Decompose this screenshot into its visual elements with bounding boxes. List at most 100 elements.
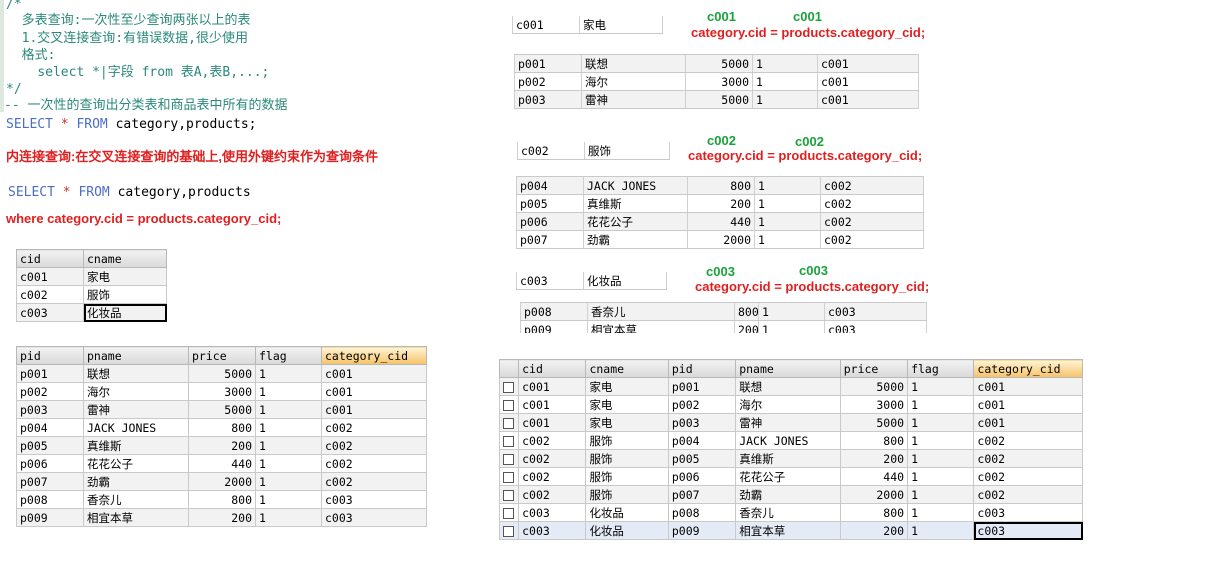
row-checkbox[interactable] <box>498 467 520 486</box>
table-cell[interactable]: 200 <box>734 320 759 333</box>
table-row[interactable]: c001 家电 p003 雷神 5000 1 c001 <box>498 413 1083 432</box>
table-cell[interactable]: p003 <box>16 400 84 419</box>
table-cell[interactable]: 化妆品 <box>585 503 669 522</box>
table-cell[interactable]: 1 <box>752 90 818 109</box>
table-row[interactable]: p003 雷神 5000 1 c001 <box>16 400 427 419</box>
column-header[interactable]: category_cid <box>973 359 1083 378</box>
table-cell[interactable]: p001 <box>16 364 84 383</box>
table-cell[interactable]: c001 <box>817 72 919 91</box>
column-header[interactable]: pname <box>83 346 189 365</box>
table-cell[interactable]: 5000 <box>188 364 256 383</box>
table-cell[interactable]: 化妆品 <box>83 303 167 322</box>
table-cell[interactable]: 真维斯 <box>583 194 688 213</box>
table-cell[interactable]: p002 <box>16 382 84 401</box>
table-cell[interactable]: 雷神 <box>83 400 189 419</box>
table-cell[interactable]: 1 <box>255 400 322 419</box>
table-cell[interactable]: c003 <box>824 302 927 321</box>
table-cell[interactable]: c003 <box>516 272 584 290</box>
table-cell[interactable]: 服饰 <box>83 285 167 304</box>
table-cell[interactable]: 劲霸 <box>735 485 841 504</box>
table-cell[interactable]: c002 <box>820 194 924 213</box>
row-checkbox[interactable] <box>498 395 520 414</box>
table-cell[interactable]: c001 <box>973 395 1083 414</box>
table-cell[interactable]: 1 <box>907 413 975 432</box>
table-cell[interactable]: 1 <box>907 503 975 522</box>
checkbox-icon[interactable] <box>503 471 514 483</box>
table-cell[interactable]: p003 <box>667 413 737 432</box>
table-cell[interactable]: c003 <box>518 503 587 522</box>
row-checkbox[interactable] <box>498 431 520 450</box>
table-cell[interactable]: c001 <box>973 413 1083 432</box>
table-cell[interactable]: c002 <box>820 176 924 195</box>
table-cell[interactable]: 服饰 <box>585 485 669 504</box>
table-cell[interactable]: 相宜本草 <box>587 320 735 333</box>
table-cell[interactable]: c002 <box>518 485 587 504</box>
table-cell[interactable]: 香奈儿 <box>587 302 735 321</box>
table-cell[interactable]: c002 <box>518 431 587 450</box>
table-cell[interactable]: c003 <box>518 521 587 540</box>
checkbox-icon[interactable] <box>503 399 514 411</box>
table-cell[interactable]: 800 <box>734 302 759 321</box>
table-cell[interactable]: 服饰 <box>585 449 669 468</box>
table-cell[interactable]: c003 <box>321 508 427 527</box>
table-cell[interactable]: c002 <box>973 431 1083 450</box>
table-row[interactable]: c002 服饰 <box>517 142 670 160</box>
table-row[interactable]: c002 服饰 p007 劲霸 2000 1 c002 <box>498 485 1083 504</box>
table-cell[interactable]: 1 <box>255 364 322 383</box>
table-cell[interactable]: p002 <box>667 395 737 414</box>
column-header[interactable]: pid <box>16 346 84 365</box>
column-header[interactable]: cid <box>16 249 84 268</box>
table-cell[interactable]: 800 <box>839 431 909 450</box>
table-cell[interactable]: 1 <box>907 485 975 504</box>
checkbox-icon[interactable] <box>503 489 514 501</box>
table-cell[interactable]: 200 <box>687 194 755 213</box>
table-cell[interactable]: c002 <box>518 449 587 468</box>
table-row[interactable]: c003 化妆品 <box>16 303 167 322</box>
table-cell[interactable]: 海尔 <box>581 72 686 91</box>
table-cell[interactable]: p006 <box>516 212 584 231</box>
table-cell[interactable]: 联想 <box>581 54 686 73</box>
table-cell[interactable]: 440 <box>839 467 909 486</box>
table-cell[interactable]: 雷神 <box>735 413 841 432</box>
table-cell[interactable]: 服饰 <box>584 142 670 160</box>
table-cell[interactable]: 5000 <box>685 90 753 109</box>
table-cell[interactable]: 劲霸 <box>83 472 189 491</box>
table-cell[interactable]: 1 <box>754 176 821 195</box>
table-cell[interactable]: p009 <box>520 320 588 333</box>
table-cell[interactable]: 相宜本草 <box>735 521 841 540</box>
checkbox-icon[interactable] <box>503 417 514 429</box>
table-cell[interactable]: 200 <box>188 508 256 527</box>
table-cell[interactable]: 3000 <box>685 72 753 91</box>
column-header[interactable]: cname <box>83 249 167 268</box>
table-cell[interactable]: 1 <box>907 377 975 396</box>
table-cell[interactable]: p009 <box>667 521 737 540</box>
table-cell[interactable]: 1 <box>255 472 322 491</box>
table-cell[interactable]: 1 <box>754 230 821 249</box>
table-cell[interactable]: 家电 <box>585 413 669 432</box>
table-row[interactable]: c003 化妆品 p008 香奈儿 800 1 c003 <box>498 503 1083 522</box>
table-cell[interactable]: 1 <box>758 302 825 321</box>
table-cell[interactable]: 2000 <box>188 472 256 491</box>
table-cell[interactable]: 1 <box>754 212 821 231</box>
row-checkbox[interactable] <box>498 485 520 504</box>
table-cell[interactable]: 1 <box>907 431 975 450</box>
table-cell[interactable]: 3000 <box>188 382 256 401</box>
table-row[interactable]: p004 JACK JONES 800 1 c002 <box>516 176 924 195</box>
table-cell[interactable]: 1 <box>255 418 322 437</box>
table-cell[interactable]: 1 <box>907 395 975 414</box>
row-checkbox[interactable] <box>498 503 520 522</box>
column-header[interactable]: cname <box>585 359 669 378</box>
table-cell[interactable]: c002 <box>321 418 427 437</box>
table-row[interactable]: p004 JACK JONES 800 1 c002 <box>16 418 427 437</box>
table-cell[interactable]: 香奈儿 <box>83 490 189 509</box>
table-cell[interactable]: JACK JONES <box>83 418 189 437</box>
column-header[interactable]: price <box>839 359 909 378</box>
table-row[interactable]: p008 香奈儿 800 1 c003 <box>520 302 927 321</box>
table-row[interactable]: c002 服饰 <box>16 285 167 304</box>
table-row[interactable]: c002 服饰 p005 真维斯 200 1 c002 <box>498 449 1083 468</box>
table-cell[interactable]: 1 <box>752 72 818 91</box>
table-cell[interactable]: 服饰 <box>585 431 669 450</box>
table-cell[interactable]: c002 <box>321 436 427 455</box>
table-cell[interactable]: 1 <box>255 490 322 509</box>
table-cell[interactable]: 联想 <box>735 377 841 396</box>
